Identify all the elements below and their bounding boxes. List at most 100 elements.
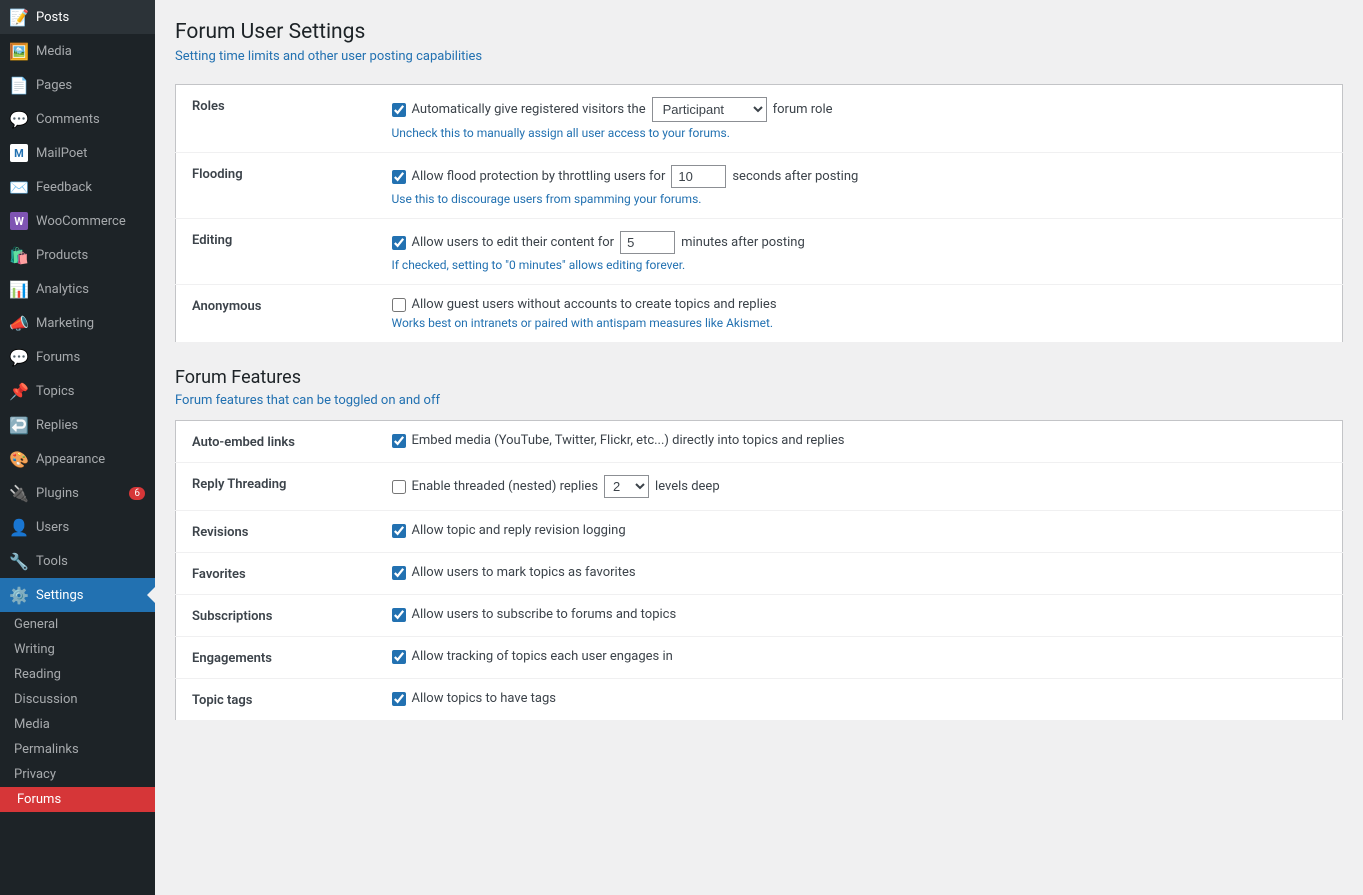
setting-label-engagements: Engagements <box>176 637 376 679</box>
table-row-favorites: Favorites Allow users to mark topics as … <box>176 553 1343 595</box>
auto-embed-checkbox[interactable] <box>392 434 406 448</box>
reply-threading-checkbox[interactable] <box>392 480 406 494</box>
submenu-forums[interactable]: Forums <box>0 787 155 812</box>
auto-embed-text: Embed media (YouTube, Twitter, Flickr, e… <box>412 433 845 448</box>
roles-select[interactable]: Participant Moderator Keymaster Blocked <box>652 97 767 122</box>
sidebar-item-label: Comments <box>36 112 100 127</box>
roles-text-before: Automatically give registered visitors t… <box>412 102 646 117</box>
appearance-icon: 🎨 <box>10 450 28 468</box>
sidebar-item-analytics[interactable]: 📊 Analytics <box>0 272 155 306</box>
sidebar-item-users[interactable]: 👤 Users <box>0 510 155 544</box>
engagements-checkbox[interactable] <box>392 650 406 664</box>
sidebar-item-marketing[interactable]: 📣 Marketing <box>0 306 155 340</box>
subscriptions-checkbox[interactable] <box>392 608 406 622</box>
setting-label-roles: Roles <box>176 85 376 153</box>
flooding-text-before: Allow flood protection by throttling use… <box>412 169 666 184</box>
sidebar-item-label: MailPoet <box>36 146 87 161</box>
roles-helper: Uncheck this to manually assign all user… <box>392 126 1327 140</box>
users-icon: 👤 <box>10 518 28 536</box>
editing-input[interactable] <box>620 231 675 254</box>
table-row-subscriptions: Subscriptions Allow users to subscribe t… <box>176 595 1343 637</box>
mailpoet-icon: M <box>10 144 28 162</box>
roles-text-after: forum role <box>773 102 833 117</box>
submenu-privacy[interactable]: Privacy <box>0 762 155 787</box>
setting-content-anonymous: Allow guest users without accounts to cr… <box>376 285 1343 343</box>
submenu-media[interactable]: Media <box>0 712 155 737</box>
favorites-checkbox[interactable] <box>392 566 406 580</box>
sidebar-item-tools[interactable]: 🔧 Tools <box>0 544 155 578</box>
sidebar-item-label: Products <box>36 248 88 263</box>
topic-tags-text: Allow topics to have tags <box>412 691 557 706</box>
sidebar-item-feedback[interactable]: ✉️ Feedback <box>0 170 155 204</box>
editing-checkbox[interactable] <box>392 236 406 250</box>
settings-icon: ⚙️ <box>10 586 28 604</box>
sidebar-item-settings[interactable]: ⚙️ Settings <box>0 578 155 612</box>
feedback-icon: ✉️ <box>10 178 28 196</box>
sidebar-item-comments[interactable]: 💬 Comments <box>0 102 155 136</box>
analytics-icon: 📊 <box>10 280 28 298</box>
sidebar-item-topics[interactable]: 📌 Topics <box>0 374 155 408</box>
sidebar-item-label: Feedback <box>36 180 92 195</box>
sidebar-item-appearance[interactable]: 🎨 Appearance <box>0 442 155 476</box>
revisions-text: Allow topic and reply revision logging <box>412 523 626 538</box>
sidebar-item-mailpoet[interactable]: M MailPoet <box>0 136 155 170</box>
setting-label-auto-embed: Auto-embed links <box>176 421 376 463</box>
topic-tags-checkbox[interactable] <box>392 692 406 706</box>
posts-icon: 📝 <box>10 8 28 26</box>
flooding-input[interactable] <box>671 165 726 188</box>
page-title: Forum User Settings <box>175 20 1343 44</box>
submenu-discussion[interactable]: Discussion <box>0 687 155 712</box>
sidebar-item-label: Pages <box>36 78 72 93</box>
sidebar-item-woocommerce[interactable]: W WooCommerce <box>0 204 155 238</box>
roles-checkbox[interactable] <box>392 103 406 117</box>
sidebar-item-products[interactable]: 🛍️ Products <box>0 238 155 272</box>
editing-text-after: minutes after posting <box>681 235 805 250</box>
setting-content-reply-threading: Enable threaded (nested) replies 2345 67… <box>376 463 1343 511</box>
sidebar-item-label: Replies <box>36 418 78 433</box>
revisions-checkbox[interactable] <box>392 524 406 538</box>
table-row-revisions: Revisions Allow topic and reply revision… <box>176 511 1343 553</box>
setting-label-reply-threading: Reply Threading <box>176 463 376 511</box>
sidebar-item-label: Media <box>36 44 72 59</box>
sidebar-item-pages[interactable]: 📄 Pages <box>0 68 155 102</box>
products-icon: 🛍️ <box>10 246 28 264</box>
sidebar-item-label: Appearance <box>36 452 105 467</box>
sidebar-item-posts[interactable]: 📝 Posts <box>0 0 155 34</box>
setting-content-engagements: Allow tracking of topics each user engag… <box>376 637 1343 679</box>
sidebar-item-label: Topics <box>36 384 75 399</box>
table-row-reply-threading: Reply Threading Enable threaded (nested)… <box>176 463 1343 511</box>
setting-label-revisions: Revisions <box>176 511 376 553</box>
setting-label-favorites: Favorites <box>176 553 376 595</box>
reply-threading-text-before: Enable threaded (nested) replies <box>412 479 599 494</box>
sidebar-item-label: Posts <box>36 10 69 25</box>
replies-icon: ↩️ <box>10 416 28 434</box>
setting-content-roles: Automatically give registered visitors t… <box>376 85 1343 153</box>
anonymous-checkbox[interactable] <box>392 298 406 312</box>
sidebar-item-label: Tools <box>36 554 68 569</box>
user-settings-table: Roles Automatically give registered visi… <box>175 84 1343 343</box>
sidebar-item-label: Settings <box>36 588 83 603</box>
sidebar-item-label: WooCommerce <box>36 214 126 229</box>
sidebar-item-plugins[interactable]: 🔌 Plugins 6 <box>0 476 155 510</box>
setting-content-subscriptions: Allow users to subscribe to forums and t… <box>376 595 1343 637</box>
table-row-auto-embed: Auto-embed links Embed media (YouTube, T… <box>176 421 1343 463</box>
features-title: Forum Features <box>175 367 1343 388</box>
submenu-general[interactable]: General <box>0 612 155 637</box>
reply-threading-select[interactable]: 2345 678910 <box>604 475 649 498</box>
sidebar-item-replies[interactable]: ↩️ Replies <box>0 408 155 442</box>
woocommerce-icon: W <box>10 212 28 230</box>
marketing-icon: 📣 <box>10 314 28 332</box>
table-row-roles: Roles Automatically give registered visi… <box>176 85 1343 153</box>
tools-icon: 🔧 <box>10 552 28 570</box>
submenu-writing[interactable]: Writing <box>0 637 155 662</box>
forums-icon: 💬 <box>10 348 28 366</box>
table-row-editing: Editing Allow users to edit their conten… <box>176 219 1343 285</box>
table-row-topic-tags: Topic tags Allow topics to have tags <box>176 679 1343 721</box>
sidebar-item-media[interactable]: 🖼️ Media <box>0 34 155 68</box>
flooding-checkbox[interactable] <box>392 170 406 184</box>
submenu-reading[interactable]: Reading <box>0 662 155 687</box>
submenu-permalinks[interactable]: Permalinks <box>0 737 155 762</box>
setting-label-topic-tags: Topic tags <box>176 679 376 721</box>
media-icon: 🖼️ <box>10 42 28 60</box>
sidebar-item-forums[interactable]: 💬 Forums <box>0 340 155 374</box>
